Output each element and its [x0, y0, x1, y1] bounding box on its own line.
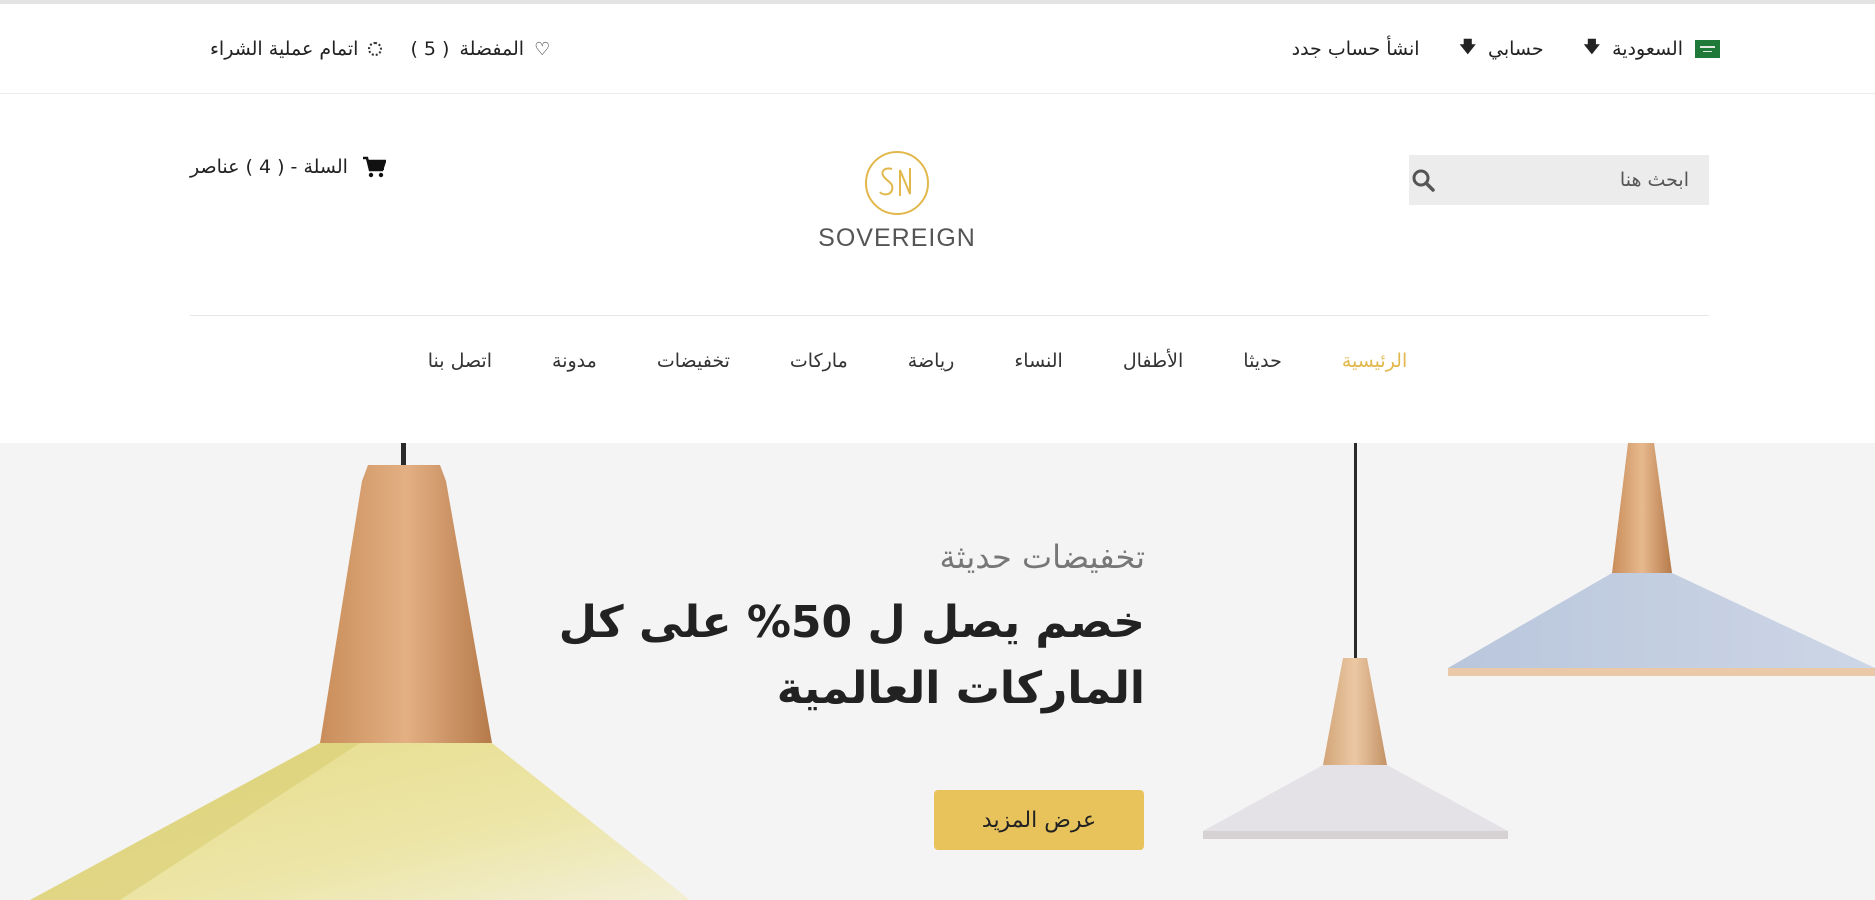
hero-banner: تخفيضات حديثة خصم يصل ل 50% على كل المار…: [0, 443, 1875, 900]
nav-item-new[interactable]: حديثا: [1243, 350, 1282, 390]
wishlist-label: المفضلة: [459, 38, 525, 60]
search-icon[interactable]: [1409, 155, 1436, 205]
hero-text: تخفيضات حديثة خصم يصل ل 50% على كل المار…: [525, 538, 1145, 722]
account-menu[interactable]: حسابي 🡇: [1460, 36, 1544, 63]
heart-icon: ♡: [534, 38, 551, 60]
register-label: انشأ حساب جدد: [1291, 38, 1420, 60]
main-nav: الرئيسية حديثا الأطفال النساء رياضة مارك…: [0, 350, 1875, 390]
wishlist-count: ( 5 ): [410, 38, 450, 60]
nav-item-sale[interactable]: تخفيضات: [657, 350, 730, 390]
saudi-flag-icon: [1695, 40, 1720, 58]
country-label: السعودية: [1612, 38, 1683, 60]
nav-item-brands[interactable]: ماركات: [790, 350, 848, 390]
wishlist-link[interactable]: ♡ المفضلة ( 5 ): [410, 38, 550, 60]
arrow-down-icon: 🡇: [1459, 36, 1476, 56]
blue-lamp-image: [1448, 443, 1875, 676]
country-selector[interactable]: السعودية 🡇: [1584, 36, 1720, 63]
cart-icon: [362, 156, 386, 178]
nav-item-blog[interactable]: مدونة: [552, 350, 597, 390]
checkout-link[interactable]: اتمام عملية الشراء: [210, 38, 383, 60]
logo-wordmark: SOVEREIGN: [818, 224, 976, 252]
view-more-button[interactable]: عرض المزيد: [934, 790, 1144, 850]
nav-item-sports[interactable]: رياضة: [908, 350, 955, 390]
register-link[interactable]: انشأ حساب جدد: [1292, 38, 1420, 60]
nav-item-home[interactable]: الرئيسية: [1342, 350, 1407, 390]
top-bar: السعودية 🡇 حسابي 🡇 انشأ حساب جدد ♡ المفض…: [0, 4, 1875, 94]
checkout-label: اتمام عملية الشراء: [210, 38, 359, 60]
cart-link[interactable]: السلة - ( 4 ) عناصر: [190, 152, 386, 182]
spinner-icon: [368, 42, 383, 56]
account-label: حسابي: [1488, 38, 1544, 60]
top-bar-right-group: السعودية 🡇 حسابي 🡇 انشأ حساب جدد: [1292, 4, 1720, 94]
logo-emblem-icon: [865, 151, 929, 215]
search-box: [1409, 155, 1709, 205]
nav-item-women[interactable]: النساء: [1014, 350, 1062, 390]
top-bar-left-group: ♡ المفضلة ( 5 ) اتمام عملية الشراء: [210, 4, 550, 94]
arrow-down-icon: 🡇: [1583, 36, 1601, 56]
hero-title: خصم يصل ل 50% على كل الماركات العالمية: [525, 590, 1145, 722]
hero-title-line-2: الماركات العالمية: [776, 663, 1145, 714]
site-logo[interactable]: SOVEREIGN: [812, 150, 982, 260]
cart-label: السلة - ( 4 ) عناصر: [190, 156, 348, 178]
hero-title-line-1: خصم يصل ل 50% على كل: [558, 597, 1145, 648]
hero-subtitle: تخفيضات حديثة: [939, 538, 1146, 576]
search-input[interactable]: [1436, 155, 1709, 205]
nav-item-kids[interactable]: الأطفال: [1123, 350, 1183, 390]
nav-item-contact[interactable]: اتصل بنا: [428, 350, 492, 390]
header-divider: [190, 315, 1709, 316]
